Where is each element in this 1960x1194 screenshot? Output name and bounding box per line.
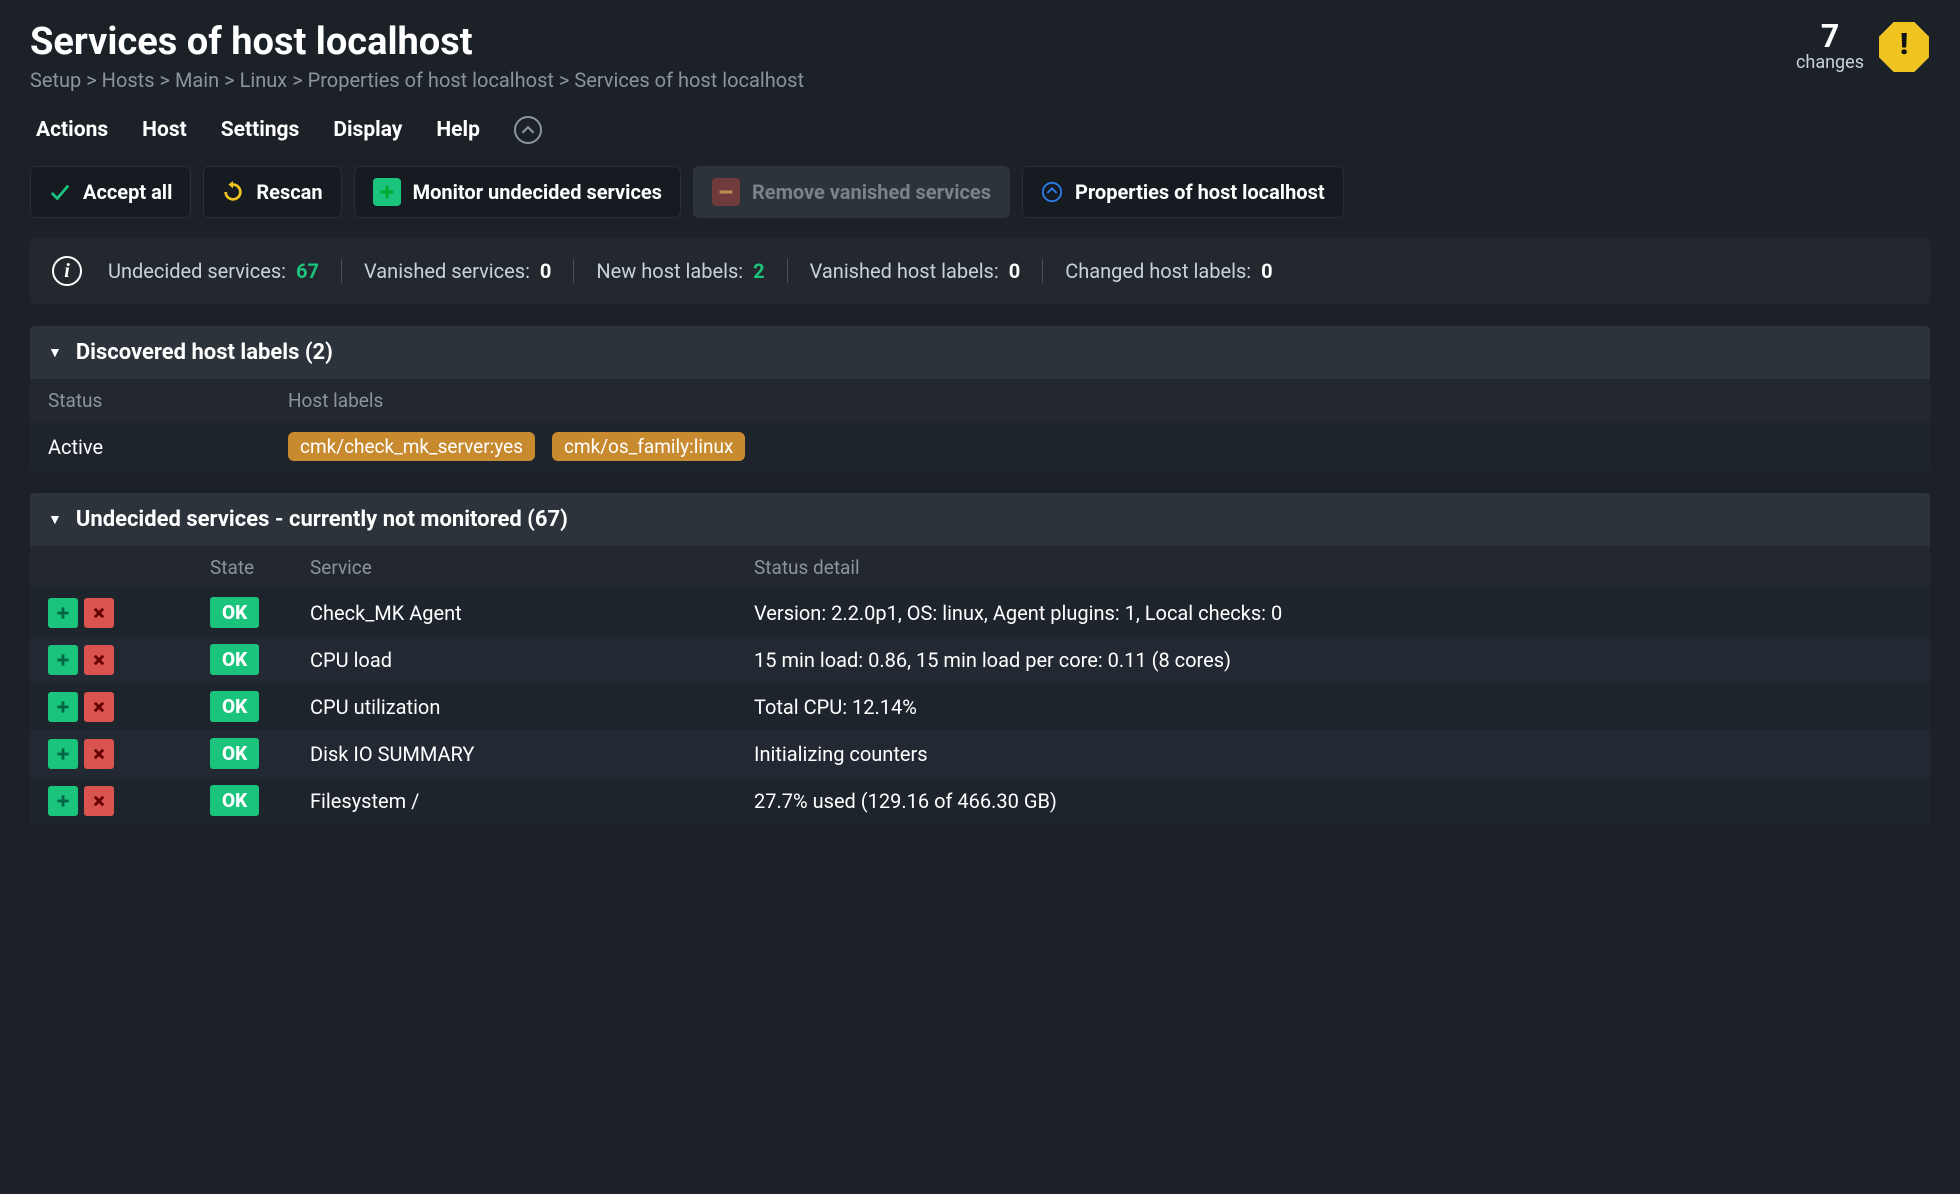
changes-indicator[interactable]: 7 changes bbox=[1796, 20, 1864, 73]
discovered-status-value: Active bbox=[48, 435, 288, 459]
remove-service-button[interactable] bbox=[84, 739, 114, 769]
add-service-button[interactable] bbox=[48, 786, 78, 816]
service-row: OK Filesystem / 27.7% used (129.16 of 46… bbox=[30, 777, 1930, 824]
state-badge: OK bbox=[210, 644, 259, 675]
menubar: Actions Host Settings Display Help bbox=[30, 98, 1930, 162]
service-name: Filesystem / bbox=[300, 789, 750, 813]
chevron-down-icon: ▼ bbox=[48, 511, 62, 528]
service-row: OK CPU load 15 min load: 0.86, 15 min lo… bbox=[30, 636, 1930, 683]
state-badge: OK bbox=[210, 597, 259, 628]
stat-changedlabels-value: 0 bbox=[1261, 259, 1272, 283]
host-label[interactable]: cmk/check_mk_server:yes bbox=[288, 432, 535, 461]
changes-count: 7 bbox=[1796, 20, 1864, 52]
remove-service-button[interactable] bbox=[84, 598, 114, 628]
service-detail: 27.7% used (129.16 of 466.30 GB) bbox=[750, 789, 1930, 813]
service-detail: Version: 2.2.0p1, OS: linux, Agent plugi… bbox=[750, 601, 1930, 625]
page-title: Services of host localhost bbox=[30, 20, 804, 64]
service-detail: Initializing counters bbox=[750, 742, 1930, 766]
remove-service-button[interactable] bbox=[84, 786, 114, 816]
changes-label: changes bbox=[1796, 52, 1864, 73]
stat-vanishedlabels-label: Vanished host labels: bbox=[810, 259, 999, 283]
service-name: CPU load bbox=[300, 648, 750, 672]
stat-changedlabels-label: Changed host labels: bbox=[1065, 259, 1251, 283]
add-service-button[interactable] bbox=[48, 692, 78, 722]
accept-all-button[interactable]: Accept all bbox=[30, 166, 191, 218]
discovered-section-header[interactable]: ▼ Discovered host labels (2) bbox=[30, 326, 1930, 379]
rescan-button[interactable]: Rescan bbox=[203, 166, 341, 218]
breadcrumb-services[interactable]: Services of host localhost bbox=[574, 68, 804, 92]
menu-actions[interactable]: Actions bbox=[36, 118, 108, 142]
monitor-undecided-label: Monitor undecided services bbox=[413, 180, 662, 204]
breadcrumb-setup[interactable]: Setup bbox=[30, 68, 81, 92]
stat-vanished-value: 0 bbox=[540, 259, 551, 283]
stat-undecided-label: Undecided services: bbox=[108, 259, 286, 283]
remove-service-button[interactable] bbox=[84, 645, 114, 675]
service-row: OK CPU utilization Total CPU: 12.14% bbox=[30, 683, 1930, 730]
menu-display[interactable]: Display bbox=[333, 118, 402, 142]
info-icon: i bbox=[52, 256, 82, 286]
menu-settings[interactable]: Settings bbox=[221, 118, 300, 142]
refresh-icon bbox=[222, 181, 244, 203]
add-service-button[interactable] bbox=[48, 645, 78, 675]
remove-vanished-label: Remove vanished services bbox=[752, 180, 991, 204]
service-name: Disk IO SUMMARY bbox=[300, 742, 750, 766]
col-detail-header: Status detail bbox=[750, 556, 1930, 579]
rescan-label: Rescan bbox=[256, 180, 322, 204]
service-name: CPU utilization bbox=[300, 695, 750, 719]
col-service-header: Service bbox=[300, 556, 750, 579]
accept-all-label: Accept all bbox=[83, 180, 172, 204]
undecided-section-header[interactable]: ▼ Undecided services - currently not mon… bbox=[30, 493, 1930, 546]
stat-newlabels-label: New host labels: bbox=[596, 259, 743, 283]
warning-icon[interactable]: ! bbox=[1878, 21, 1930, 73]
check-icon bbox=[49, 181, 71, 203]
stat-vanishedlabels-value: 0 bbox=[1009, 259, 1020, 283]
plus-icon bbox=[373, 178, 401, 206]
monitor-undecided-button[interactable]: Monitor undecided services bbox=[354, 166, 681, 218]
col-status-header: Status bbox=[48, 389, 288, 412]
remove-vanished-button: Remove vanished services bbox=[693, 166, 1010, 218]
stat-newlabels-value: 2 bbox=[753, 259, 764, 283]
state-badge: OK bbox=[210, 738, 259, 769]
state-badge: OK bbox=[210, 785, 259, 816]
chevron-up-icon[interactable] bbox=[514, 116, 542, 144]
add-service-button[interactable] bbox=[48, 598, 78, 628]
add-service-button[interactable] bbox=[48, 739, 78, 769]
menu-host[interactable]: Host bbox=[142, 118, 187, 142]
menu-help[interactable]: Help bbox=[436, 118, 480, 142]
stat-undecided-value: 67 bbox=[296, 259, 319, 283]
minus-icon bbox=[712, 178, 740, 206]
service-detail: 15 min load: 0.86, 15 min load per core:… bbox=[750, 648, 1930, 672]
chevron-down-icon: ▼ bbox=[48, 344, 62, 361]
breadcrumb-properties[interactable]: Properties of host localhost bbox=[308, 68, 554, 92]
service-detail: Total CPU: 12.14% bbox=[750, 695, 1930, 719]
breadcrumb-hosts[interactable]: Hosts bbox=[102, 68, 155, 92]
host-label[interactable]: cmk/os_family:linux bbox=[552, 432, 745, 461]
undecided-section-title: Undecided services - currently not monit… bbox=[76, 507, 568, 532]
stat-vanished-label: Vanished services: bbox=[364, 259, 530, 283]
properties-button[interactable]: Properties of host localhost bbox=[1022, 166, 1344, 218]
state-badge: OK bbox=[210, 691, 259, 722]
col-labels-header: Host labels bbox=[288, 389, 1912, 412]
breadcrumb-linux[interactable]: Linux bbox=[240, 68, 288, 92]
service-row: OK Disk IO SUMMARY Initializing counters bbox=[30, 730, 1930, 777]
service-name: Check_MK Agent bbox=[300, 601, 750, 625]
toolbar: Accept all Rescan Monitor undecided serv… bbox=[30, 166, 1930, 218]
stats-bar: i Undecided services: 67 Vanished servic… bbox=[30, 238, 1930, 304]
properties-label: Properties of host localhost bbox=[1075, 180, 1325, 204]
service-row: OK Check_MK Agent Version: 2.2.0p1, OS: … bbox=[30, 589, 1930, 636]
arrow-up-circle-icon bbox=[1041, 181, 1063, 203]
remove-service-button[interactable] bbox=[84, 692, 114, 722]
breadcrumb: Setup > Hosts > Main > Linux > Propertie… bbox=[30, 68, 804, 92]
col-state-header: State bbox=[210, 556, 300, 579]
discovered-section-title: Discovered host labels (2) bbox=[76, 340, 333, 365]
breadcrumb-main[interactable]: Main bbox=[175, 68, 219, 92]
